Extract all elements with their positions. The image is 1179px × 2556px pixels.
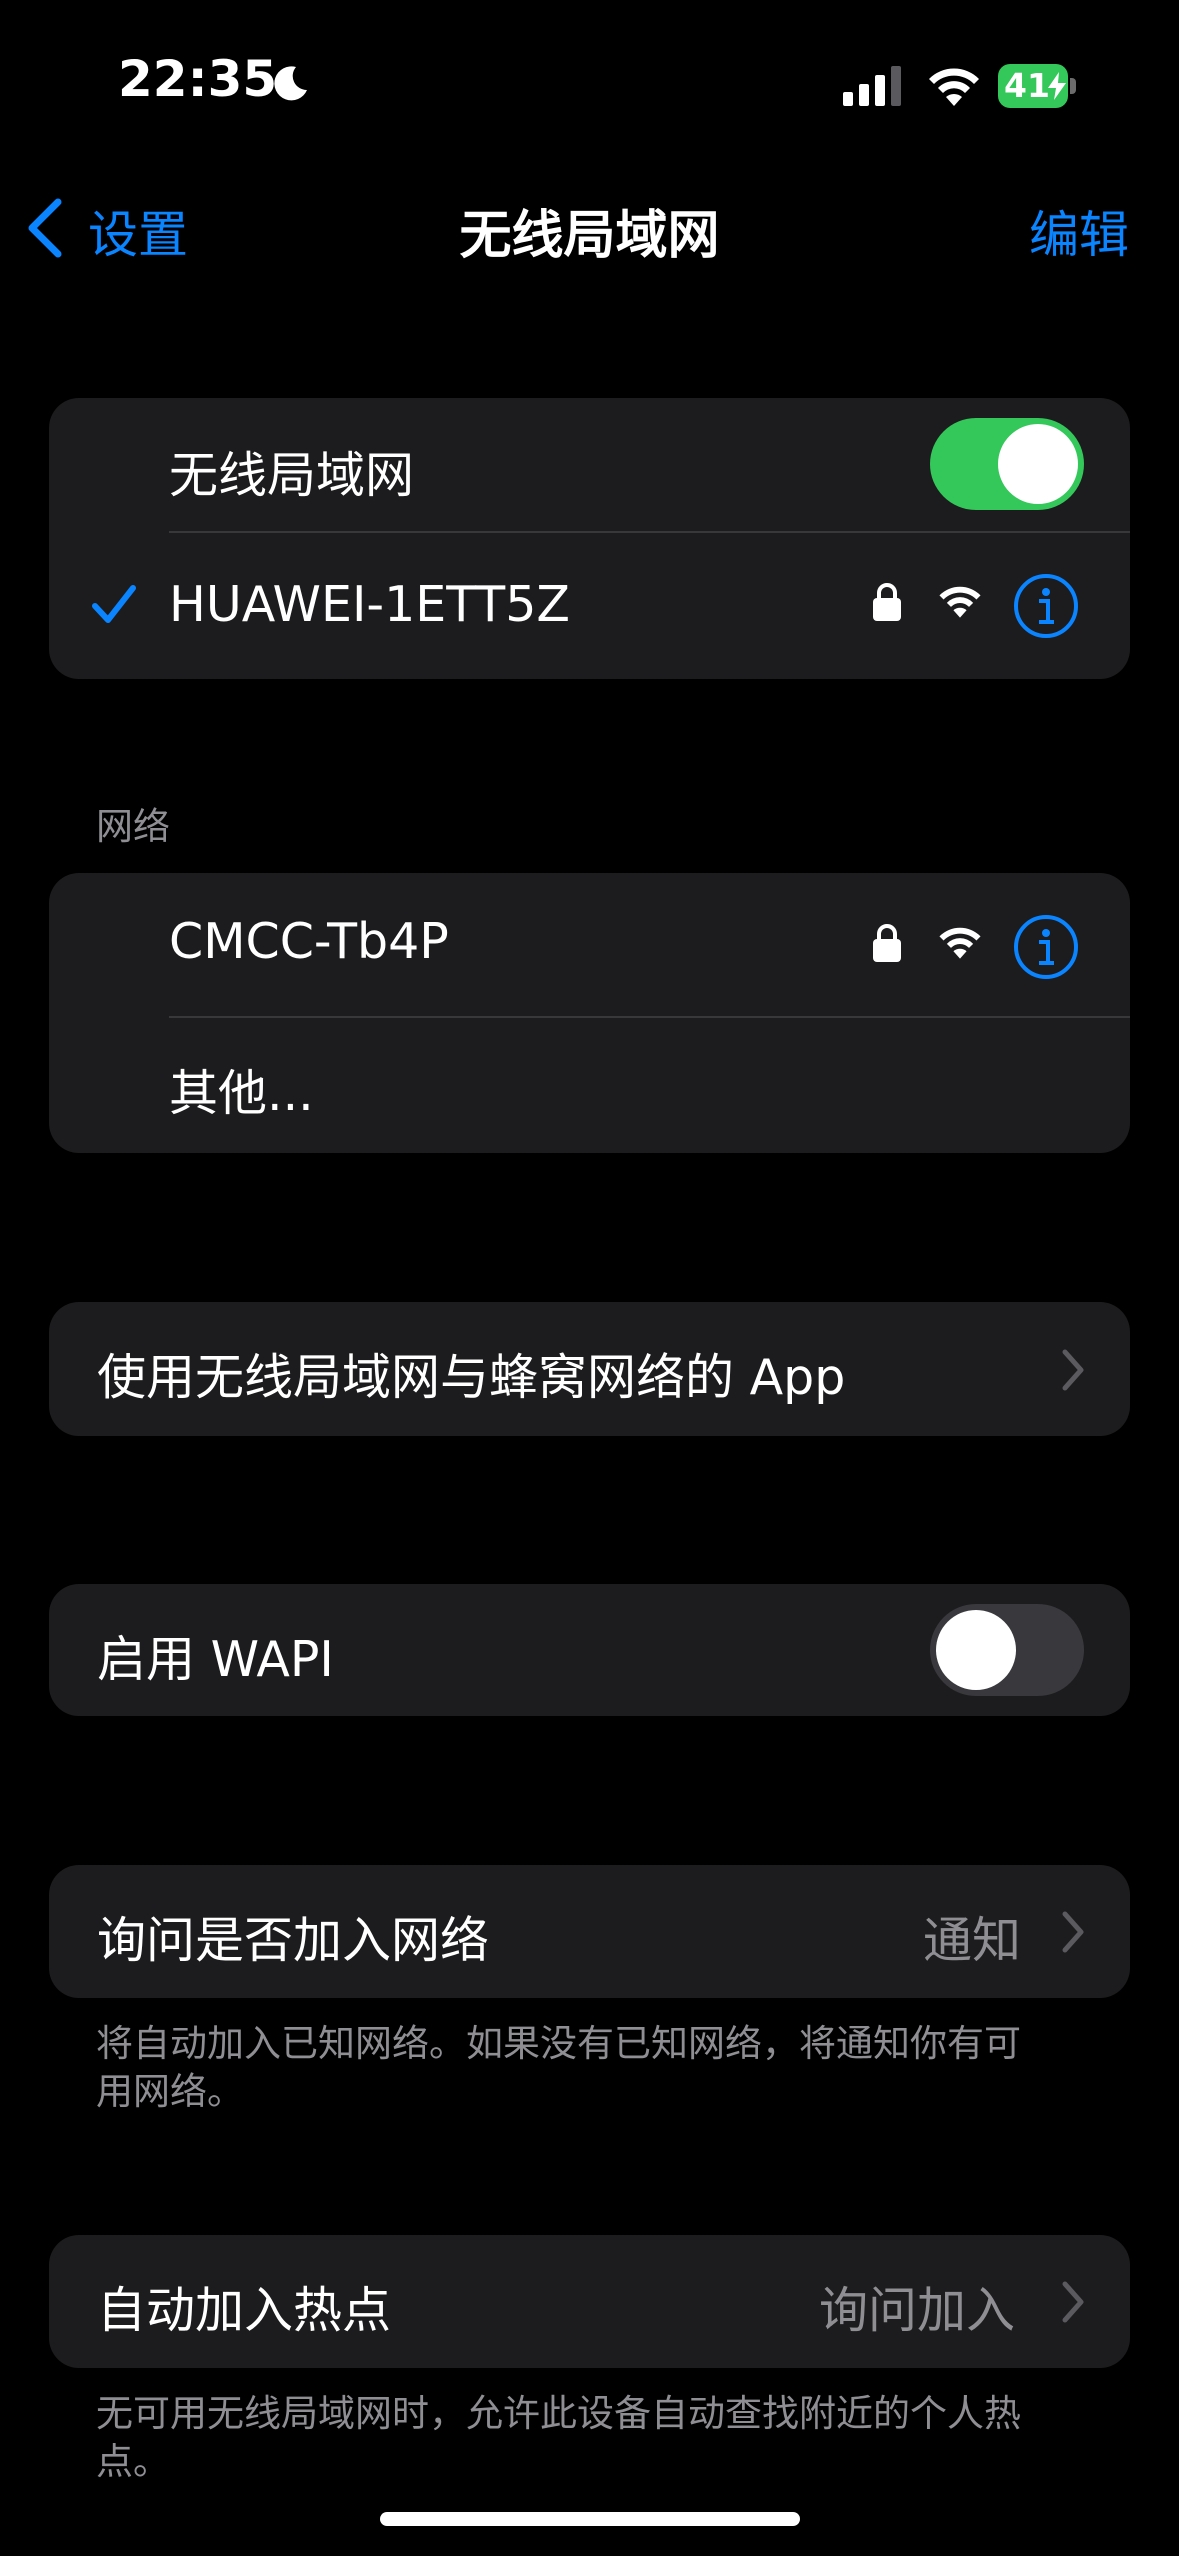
charging-bolt-icon xyxy=(1048,72,1066,100)
ask-to-join-value: 通知 xyxy=(923,1912,1022,1969)
ask-to-join-footer: 将自动加入已知网络。如果没有已知网络，将通知你有可用网络。 xyxy=(96,2022,1021,2113)
wapi-row: 启用 WAPI xyxy=(49,1584,1130,1716)
auto-join-hotspot-row[interactable]: 自动加入热点 询问加入 xyxy=(49,2235,1130,2368)
connected-network-row[interactable]: HUAWEI-1ETT5Z xyxy=(49,538,1130,679)
ask-to-join-label: 询问是否加入网络 xyxy=(97,1912,490,1969)
wifi-signal-icon xyxy=(939,927,981,959)
wifi-toggle-label: 无线局域网 xyxy=(169,447,415,504)
auto-join-hotspot-label: 自动加入热点 xyxy=(97,2282,392,2339)
wifi-toggle-group: 无线局域网 HUAWEI-1ETT5Z xyxy=(49,398,1130,679)
wifi-status-icon xyxy=(929,68,979,106)
cellular-signal-icon xyxy=(843,66,901,106)
lock-icon xyxy=(873,924,901,962)
connected-network-name: HUAWEI-1ETT5Z xyxy=(169,576,570,633)
wifi-toggle-row: 无线局域网 xyxy=(49,398,1130,538)
wapi-toggle-switch[interactable] xyxy=(930,1604,1084,1696)
auto-join-hotspot-value: 询问加入 xyxy=(819,2282,1016,2339)
other-network-label: 其他... xyxy=(169,1065,314,1122)
other-network-row[interactable]: 其他... xyxy=(49,1018,1130,1153)
networks-group: CMCC-Tb4P 其他... xyxy=(49,873,1130,1153)
chevron-right-icon xyxy=(1062,2281,1084,2323)
info-icon[interactable] xyxy=(1013,914,1079,980)
battery-level: 41 xyxy=(1004,66,1050,105)
status-time: 22:35 xyxy=(118,50,278,108)
network-name: CMCC-Tb4P xyxy=(169,913,449,970)
apps-using-wifi-row[interactable]: 使用无线局域网与蜂窝网络的 App xyxy=(49,1302,1130,1436)
wifi-signal-icon xyxy=(939,586,981,618)
page-title: 无线局域网 xyxy=(459,206,720,266)
network-row[interactable]: CMCC-Tb4P xyxy=(49,873,1130,1016)
wifi-toggle-switch[interactable] xyxy=(930,418,1084,510)
battery-icon: 41 xyxy=(998,64,1078,108)
chevron-right-icon xyxy=(1062,1911,1084,1953)
edit-button[interactable]: 编辑 xyxy=(1029,195,1129,267)
checkmark-icon xyxy=(92,585,136,623)
auto-join-hotspot-footer: 无可用无线局域网时，允许此设备自动查找附近的个人热点。 xyxy=(96,2392,1021,2483)
wapi-label: 启用 WAPI xyxy=(97,1631,334,1688)
moon-icon xyxy=(274,66,307,101)
home-indicator[interactable] xyxy=(380,2512,800,2526)
lock-icon xyxy=(873,583,901,621)
chevron-right-icon xyxy=(1062,1349,1084,1391)
info-icon[interactable] xyxy=(1013,573,1079,639)
ask-to-join-row[interactable]: 询问是否加入网络 通知 xyxy=(49,1865,1130,1998)
divider xyxy=(169,531,1130,533)
apps-using-wifi-label: 使用无线局域网与蜂窝网络的 App xyxy=(97,1349,846,1406)
networks-section-header: 网络 xyxy=(96,805,170,848)
